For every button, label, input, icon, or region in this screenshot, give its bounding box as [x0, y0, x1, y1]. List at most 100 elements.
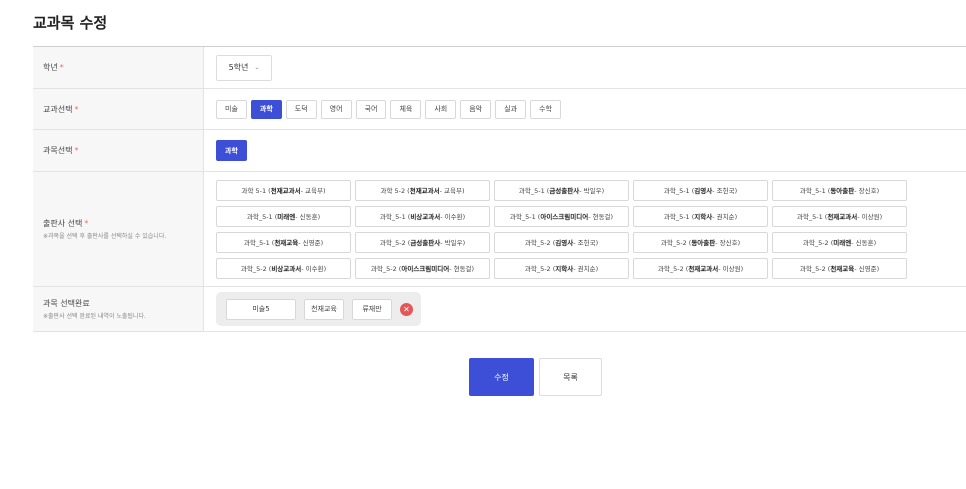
- publisher-name: 미래엔: [277, 213, 296, 221]
- publisher-name: 미래엔: [833, 239, 852, 247]
- selected-grade-tag: 미술5: [226, 298, 296, 320]
- publisher-option[interactable]: 과학_5-1 (미래엔 - 신동훈): [216, 205, 351, 227]
- subject-chip[interactable]: 실과: [495, 99, 527, 119]
- required-mark: *: [84, 219, 89, 228]
- publisher-name: 천재교과서: [827, 213, 858, 221]
- publisher-option[interactable]: 과학_5-2 (천재교육 - 신영준): [772, 257, 907, 279]
- publisher-text: 과학_5-2 (: [799, 265, 831, 273]
- publisher-option[interactable]: 과학_5-1 (김영사 - 조헌국): [633, 179, 768, 201]
- publisher-text: - 신동훈): [295, 213, 321, 221]
- publisher-text: - 조헌국): [712, 187, 738, 195]
- publisher-text: 과학_5-1 (: [663, 213, 695, 221]
- publisher-name: 금성출판사: [410, 239, 441, 247]
- publisher-text: 과학_5-1 (: [796, 213, 828, 221]
- subject-chip[interactable]: 과학: [250, 99, 282, 119]
- publisher-text: 과학_5-1 (: [379, 213, 411, 221]
- publisher-text: - 신동훈): [851, 239, 877, 247]
- publisher-text: 과학_5-2 (: [660, 239, 692, 247]
- grade-select-value: 5학년: [228, 63, 249, 72]
- publisher-option[interactable]: 과학_5-1 (동아출판 - 장신호): [772, 179, 907, 201]
- publisher-text: - 장신호): [854, 187, 880, 195]
- publisher-text: 과학_5-1 (: [799, 187, 831, 195]
- publisher-text: 과학 5-1 (: [241, 187, 271, 195]
- subject-chip[interactable]: 음악: [460, 99, 492, 119]
- publisher-name: 지학사: [555, 265, 574, 273]
- publisher-option[interactable]: 과학_5-2 (김영사 - 조헌국): [494, 231, 629, 253]
- publisher-option[interactable]: 과학_5-2 (천재교과서 - 이상원): [633, 257, 768, 279]
- publisher-option[interactable]: 과학_5-2 (미래엔 - 신동훈): [772, 231, 907, 253]
- course-label-cell: 과목선택 *: [33, 130, 204, 171]
- page-title: 교과목 수정: [33, 14, 108, 32]
- publisher-text: - 박일우): [579, 187, 605, 195]
- publisher-option[interactable]: 과학_5-1 (아이스크림미디어 - 현동걸): [494, 205, 629, 227]
- publisher-text: 과학_5-1 (: [663, 187, 695, 195]
- subject-chip[interactable]: 미술: [216, 99, 247, 119]
- publisher-text: - 이수환): [301, 265, 327, 273]
- publisher-option[interactable]: 과학_5-1 (금성출판사 - 박일우): [494, 179, 629, 201]
- publisher-option[interactable]: 과학_5-2 (금성출판사 - 박일우): [355, 231, 490, 253]
- publisher-option[interactable]: 과학_5-1 (천재교육 - 신영준): [216, 231, 351, 253]
- publisher-name: 천재교육: [830, 265, 855, 273]
- subject-chip[interactable]: 체육: [390, 99, 422, 119]
- publisher-name: 김영사: [555, 239, 574, 247]
- subject-chip[interactable]: 수학: [530, 99, 561, 119]
- publisher-option[interactable]: 과학_5-2 (지학사 - 권치순): [494, 257, 629, 279]
- publisher-text: - 장신호): [715, 239, 741, 247]
- publisher-grid: 과학 5-1 (천재교과서 - 교육부) 과학 5-2 (천재교과서 - 교육부)…: [216, 179, 907, 279]
- required-mark: *: [74, 104, 79, 114]
- publisher-name: 금성출판사: [549, 187, 580, 195]
- publisher-name: 천재교육: [274, 239, 299, 247]
- remove-icon[interactable]: ✕: [400, 302, 413, 316]
- subject-chip[interactable]: 사회: [425, 99, 457, 119]
- publisher-option[interactable]: 과학 5-1 (천재교과서 - 교육부): [216, 179, 351, 201]
- publisher-name: 동아출판: [830, 187, 855, 195]
- publisher-option[interactable]: 과학_5-2 (아이스크림미디어 - 현동걸): [355, 257, 490, 279]
- publisher-option[interactable]: 과학_5-1 (지학사 - 권치순): [633, 205, 768, 227]
- publisher-option[interactable]: 과학_5-2 (동아출판 - 장신호): [633, 231, 768, 253]
- publisher-text: - 신영준): [854, 265, 880, 273]
- subject-label: 교과선택: [43, 104, 73, 114]
- list-button[interactable]: 목록: [539, 358, 602, 396]
- publisher-name: 천재교과서: [270, 187, 301, 195]
- publisher-name: 동아출판: [691, 239, 716, 247]
- edit-form: 학년 * 5학년 ⌄ 교과선택 * 미술 과학 도덕 영어 국어 체육 사회 음악 실과 수학 과목선…: [33, 46, 966, 332]
- publisher-text: 과학_5-1 (: [518, 187, 550, 195]
- publisher-option[interactable]: 과학_5-1 (천재교과서 - 이상원): [772, 205, 907, 227]
- completed-label-cell: 과목 선택완료 ※출판사 선택 완료된 내역이 노출됩니다.: [33, 287, 204, 331]
- publisher-text: 과학_5-1 (: [509, 213, 541, 221]
- publisher-option[interactable]: 과학 5-2 (천재교과서 - 교육부): [355, 179, 490, 201]
- course-row: 과목선택 * 과학: [33, 130, 966, 172]
- publisher-text: 과학_5-2 (: [370, 265, 402, 273]
- publisher-text: - 권치순): [573, 265, 599, 273]
- publisher-text: 과학_5-2 (: [802, 239, 834, 247]
- publisher-text: - 현동걸): [588, 213, 614, 221]
- publisher-label-cell: 출판사 선택 * ※과목을 선택 후 출판사를 선택하실 수 있습니다.: [33, 172, 204, 286]
- selected-course-box: 미술5 천재교육 류재만 ✕: [216, 292, 421, 326]
- required-mark: *: [59, 63, 64, 72]
- submit-button[interactable]: 수정: [469, 358, 534, 396]
- publisher-text: 과학_5-2 (: [240, 265, 272, 273]
- grade-row: 학년 * 5학년 ⌄: [33, 47, 966, 89]
- publisher-name: 비상교과서: [271, 265, 302, 273]
- publisher-text: - 조헌국): [573, 239, 599, 247]
- completed-row: 과목 선택완료 ※출판사 선택 완료된 내역이 노출됩니다. 미술5 천재교육 …: [33, 287, 966, 332]
- publisher-text: 과학_5-2 (: [379, 239, 411, 247]
- publisher-option[interactable]: 과학_5-2 (비상교과서 - 이수환): [216, 257, 351, 279]
- publisher-name: 아이스크림미디어: [401, 265, 450, 273]
- selected-author-tag: 류재만: [352, 298, 392, 320]
- required-mark: *: [74, 146, 79, 155]
- subject-chip[interactable]: 도덕: [285, 99, 317, 119]
- publisher-text: - 이상원): [718, 265, 744, 273]
- publisher-option[interactable]: 과학_5-1 (비상교과서 - 이수환): [355, 205, 490, 227]
- publisher-text: - 교육부): [300, 187, 326, 195]
- subject-chip[interactable]: 영어: [320, 99, 352, 119]
- selected-publisher-tag: 천재교육: [304, 298, 344, 320]
- subject-label-cell: 교과선택 *: [33, 89, 204, 129]
- publisher-text: - 이수환): [440, 213, 466, 221]
- subject-chip-group: 미술 과학 도덕 영어 국어 체육 사회 음악 실과 수학: [216, 99, 561, 119]
- grade-select[interactable]: 5학년 ⌄: [216, 54, 272, 81]
- subject-chip[interactable]: 국어: [355, 99, 387, 119]
- course-chip-science[interactable]: 과학: [216, 140, 247, 161]
- publisher-name: 비상교과서: [410, 213, 441, 221]
- completed-hint: ※출판사 선택 완료된 내역이 노출됩니다.: [43, 313, 146, 320]
